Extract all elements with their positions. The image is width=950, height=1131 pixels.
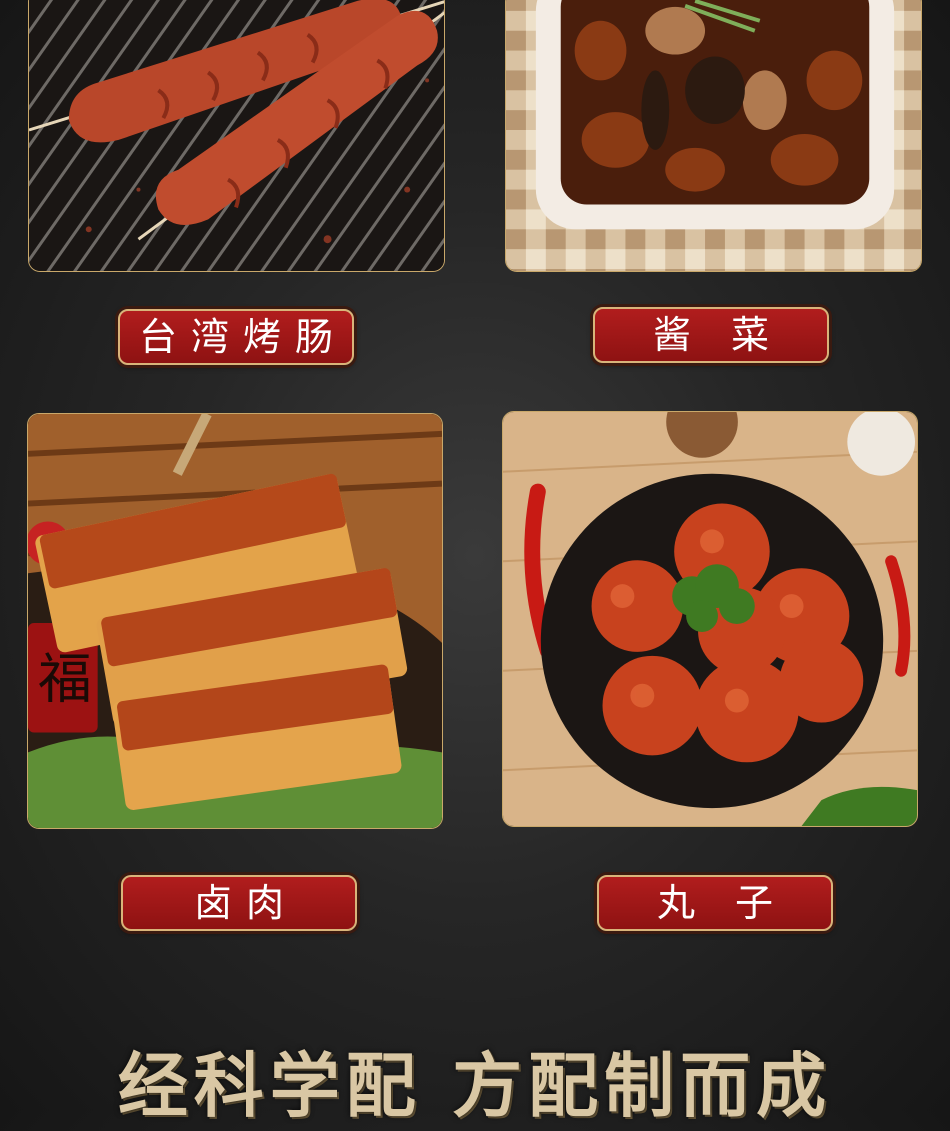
meatballs-photo <box>502 411 918 827</box>
pickles-photo <box>505 0 922 272</box>
slogan-text: 经科学配 方配制而成 <box>117 1044 833 1127</box>
braised-pork-photo: 福 <box>27 413 443 829</box>
label-braised-pork: 卤肉 <box>121 875 357 931</box>
pickles-image <box>506 0 921 271</box>
braised-pork-image: 福 <box>28 414 442 828</box>
label-pickles: 酱 菜 <box>593 307 829 363</box>
sausage-image <box>29 0 444 271</box>
sausage-photo <box>28 0 445 272</box>
label-sausage: 台湾烤肠 <box>118 309 354 365</box>
meatballs-image <box>503 412 917 826</box>
label-meatballs: 丸 子 <box>597 875 833 931</box>
svg-text:福: 福 <box>38 648 92 711</box>
